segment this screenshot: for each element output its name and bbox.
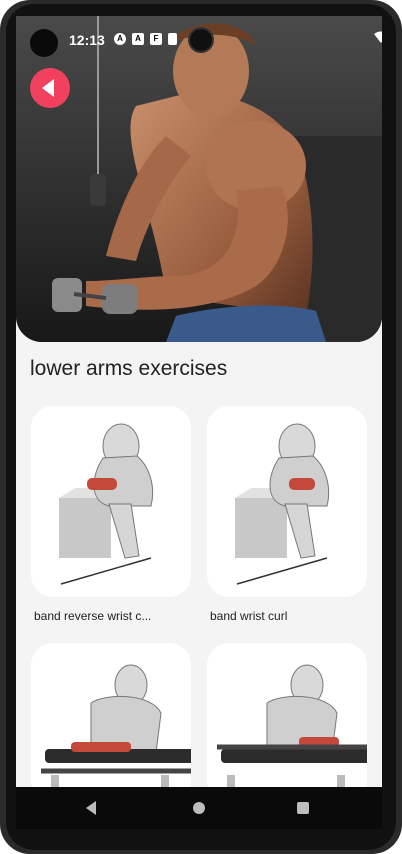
nav-back-icon[interactable] (86, 801, 96, 815)
wifi-icon (374, 31, 382, 43)
status-bar: 12:13 A A F (16, 16, 382, 62)
navigation-bar (16, 787, 382, 829)
back-arrow-icon (42, 79, 54, 97)
exercise-name[interactable]: band wrist curl (210, 609, 287, 623)
sim-card-icon (168, 33, 177, 45)
exercise-name[interactable]: band reverse wrist c... (34, 609, 151, 623)
exercise-image (217, 664, 367, 787)
back-button[interactable] (30, 68, 70, 108)
app-a-square-icon: A (132, 33, 144, 45)
camera-notch (188, 27, 214, 53)
exercise-image (235, 423, 330, 585)
app-screen: 12:13 A A F lower arms exercises band re… (16, 16, 382, 787)
front-camera (30, 29, 58, 57)
hero-image: 12:13 A A F (16, 16, 382, 342)
nav-home-icon[interactable] (193, 802, 205, 814)
section-title: lower arms exercises (30, 357, 228, 380)
hero-photo (16, 16, 382, 342)
exercise-card[interactable] (207, 406, 367, 597)
exercise-image (41, 664, 191, 787)
exercise-card[interactable] (31, 643, 191, 787)
nav-recents-icon[interactable] (297, 802, 309, 814)
app-a-icon: A (114, 33, 126, 45)
exercise-card[interactable] (31, 406, 191, 597)
status-time: 12:13 (69, 32, 105, 48)
app-f-icon: F (150, 33, 162, 45)
exercise-image (59, 423, 154, 585)
exercise-card[interactable] (207, 643, 367, 787)
